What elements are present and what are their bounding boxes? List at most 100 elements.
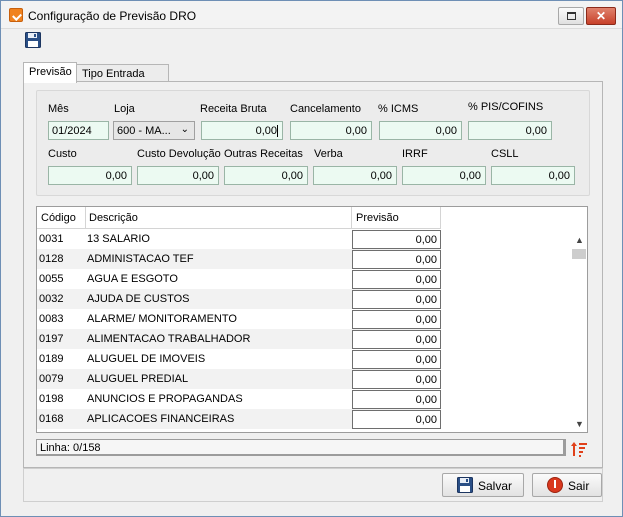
- previsao-grid: Código Descrição Previsão 0031 13 SALARI…: [36, 206, 588, 433]
- verba-label: Verba: [314, 148, 343, 160]
- row-codigo: 0031: [39, 233, 64, 245]
- title-bar[interactable]: Configuração de Previsão DRO ✕: [1, 1, 622, 29]
- pis-cofins-field[interactable]: 0,00: [468, 121, 552, 140]
- app-icon: [9, 8, 23, 22]
- table-row[interactable]: 0197 ALIMENTACAO TRABALHADOR 0,00: [37, 329, 441, 349]
- row-codigo: 0055: [39, 273, 64, 285]
- irrf-label: IRRF: [402, 148, 428, 160]
- cancelamento-field[interactable]: 0,00: [290, 121, 372, 140]
- mes-label: Mês: [48, 103, 69, 115]
- floppy-disk-icon: [457, 477, 473, 493]
- power-icon: [547, 477, 563, 493]
- grid-body: 0031 13 SALARIO 0,00 0128 ADMINISTACAO T…: [37, 229, 441, 432]
- scroll-up-icon[interactable]: ▲: [575, 235, 584, 245]
- restore-button[interactable]: [558, 7, 584, 25]
- row-codigo: 0197: [39, 333, 64, 345]
- irrf-field[interactable]: 0,00: [402, 166, 486, 185]
- previsao-input[interactable]: 0,00: [352, 250, 441, 269]
- table-row[interactable]: 0079 ALUGUEL PREDIAL 0,00: [37, 369, 441, 389]
- row-descricao: AJUDA DE CUSTOS: [87, 293, 190, 305]
- table-row[interactable]: 0168 APLICACOES FINANCEIRAS 0,00: [37, 409, 441, 429]
- previsao-input[interactable]: 0,00: [352, 230, 441, 249]
- previsao-input[interactable]: 0,00: [352, 330, 441, 349]
- column-divider[interactable]: [351, 207, 352, 229]
- row-descricao: APLICACOES FINANCEIRAS: [87, 413, 235, 425]
- salvar-label: Salvar: [478, 479, 513, 493]
- row-descricao: ADMINISTACAO TEF: [87, 253, 194, 265]
- sair-label: Sair: [568, 479, 590, 493]
- fields-group: Mês Loja Receita Bruta Cancelamento % IC…: [36, 90, 590, 196]
- column-header-codigo[interactable]: Código: [41, 212, 76, 224]
- table-row[interactable]: 0055 AGUA E ESGOTO 0,00: [37, 269, 441, 289]
- loja-label: Loja: [114, 103, 135, 115]
- row-codigo: 0168: [39, 413, 64, 425]
- table-row[interactable]: 0031 13 SALARIO 0,00: [37, 229, 441, 249]
- row-descricao: ALUGUEL DE IMOVEIS: [87, 353, 206, 365]
- restore-icon: [567, 12, 576, 20]
- window-title: Configuração de Previsão DRO: [28, 9, 197, 23]
- column-header-descricao[interactable]: Descrição: [89, 212, 138, 224]
- column-header-previsao[interactable]: Previsão: [356, 212, 399, 224]
- row-codigo: 0198: [39, 393, 64, 405]
- outras-receitas-field[interactable]: 0,00: [224, 166, 308, 185]
- floppy-disk-icon[interactable]: [25, 32, 41, 48]
- mes-field[interactable]: 01/2024: [48, 121, 109, 140]
- column-divider[interactable]: [440, 207, 441, 229]
- row-descricao: ALUGUEL PREDIAL: [87, 373, 189, 385]
- table-row[interactable]: 0189 ALUGUEL DE IMOVEIS 0,00: [37, 349, 441, 369]
- sort-icon[interactable]: [570, 440, 588, 458]
- verba-field[interactable]: 0,00: [313, 166, 397, 185]
- previsao-input[interactable]: 0,00: [352, 310, 441, 329]
- dialog-window: Configuração de Previsão DRO ✕ Previsão …: [0, 0, 623, 517]
- previsao-input[interactable]: 0,00: [352, 350, 441, 369]
- sair-button[interactable]: Sair: [532, 473, 602, 497]
- table-row[interactable]: 0083 ALARME/ MONITORAMENTO 0,00: [37, 309, 441, 329]
- row-codigo: 0032: [39, 293, 64, 305]
- previsao-input[interactable]: 0,00: [352, 270, 441, 289]
- previsao-input[interactable]: 0,00: [352, 410, 441, 429]
- cancelamento-label: Cancelamento: [290, 103, 361, 115]
- csll-field[interactable]: 0,00: [491, 166, 575, 185]
- scroll-thumb[interactable]: [572, 249, 586, 259]
- salvar-button[interactable]: Salvar: [442, 473, 524, 497]
- icms-label: % ICMS: [378, 103, 419, 115]
- csll-label: CSLL: [491, 148, 519, 160]
- row-descricao: ALIMENTACAO TRABALHADOR: [87, 333, 251, 345]
- previsao-input[interactable]: 0,00: [352, 370, 441, 389]
- tab-panel-previsao: Mês Loja Receita Bruta Cancelamento % IC…: [23, 81, 603, 468]
- receita-bruta-label: Receita Bruta: [200, 103, 267, 115]
- column-divider[interactable]: [85, 207, 86, 229]
- custo-label: Custo: [48, 148, 77, 160]
- row-descricao: ALARME/ MONITORAMENTO: [87, 313, 237, 325]
- custo-devolucao-field[interactable]: 0,00: [137, 166, 219, 185]
- loja-select[interactable]: 600 - MA... ⌄: [113, 121, 195, 140]
- previsao-input[interactable]: 0,00: [352, 290, 441, 309]
- scroll-down-icon[interactable]: ▼: [575, 419, 584, 429]
- chevron-down-icon: ⌄: [180, 124, 189, 135]
- grid-header: Código Descrição Previsão: [37, 207, 441, 229]
- receita-bruta-value: 0,00: [255, 125, 278, 137]
- icms-field[interactable]: 0,00: [379, 121, 462, 140]
- row-codigo: 0083: [39, 313, 64, 325]
- row-codigo: 0079: [39, 373, 64, 385]
- row-count-text: Linha: 0/158: [40, 442, 101, 454]
- tab-previsao[interactable]: Previsão: [23, 62, 77, 83]
- vertical-scrollbar[interactable]: ▲ ▼: [571, 233, 587, 432]
- row-codigo: 0128: [39, 253, 64, 265]
- row-codigo: 0189: [39, 353, 64, 365]
- outras-receitas-label: Outras Receitas: [224, 148, 303, 160]
- table-row[interactable]: 0198 ANUNCIOS E PROPAGANDAS 0,00: [37, 389, 441, 409]
- receita-bruta-field[interactable]: 0,00: [201, 121, 283, 140]
- custo-field[interactable]: 0,00: [48, 166, 132, 185]
- loja-selected-value: 600 - MA...: [117, 125, 171, 137]
- close-button[interactable]: ✕: [586, 7, 616, 25]
- row-descricao: 13 SALARIO: [87, 233, 150, 245]
- tab-tipo-entrada[interactable]: Tipo Entrada: [76, 64, 169, 82]
- table-row[interactable]: 0032 AJUDA DE CUSTOS 0,00: [37, 289, 441, 309]
- table-row[interactable]: 0128 ADMINISTACAO TEF 0,00: [37, 249, 441, 269]
- row-descricao: ANUNCIOS E PROPAGANDAS: [87, 393, 243, 405]
- dialog-footer: Salvar Sair: [23, 468, 603, 502]
- grid-status-bar: Linha: 0/158: [36, 439, 566, 456]
- previsao-input[interactable]: 0,00: [352, 390, 441, 409]
- close-icon: ✕: [595, 9, 607, 23]
